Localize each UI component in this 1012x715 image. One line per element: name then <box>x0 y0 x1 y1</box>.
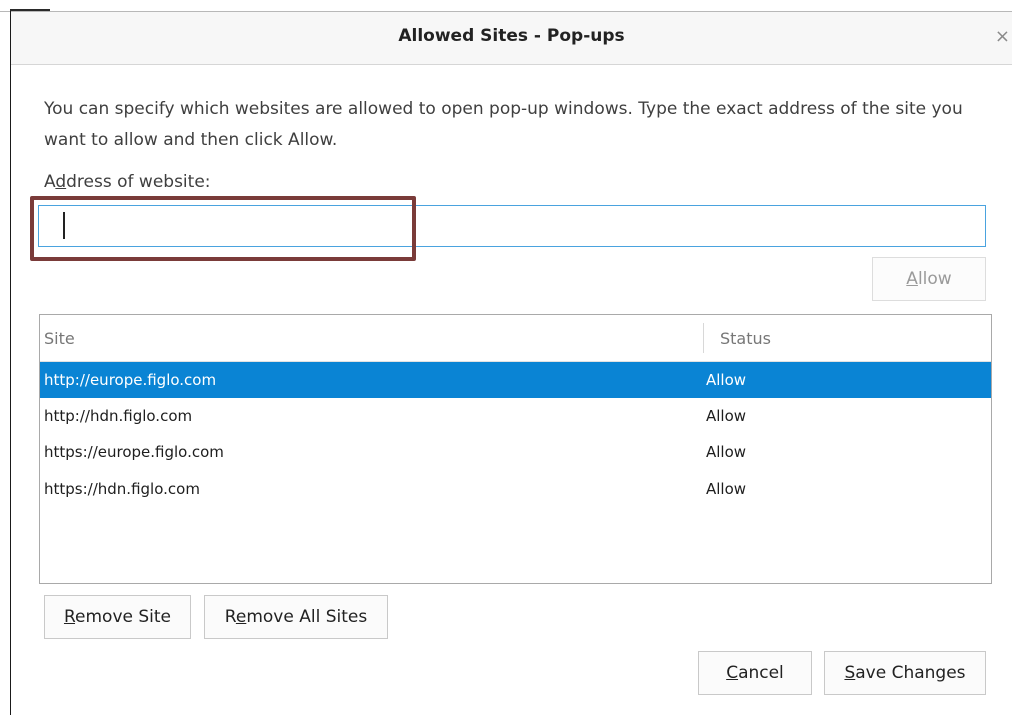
table-row[interactable]: https://hdn.figlo.com Allow <box>40 471 991 507</box>
cancel-accesskey: C <box>726 663 739 683</box>
column-header-status[interactable]: Status <box>720 329 771 348</box>
remove-site-button[interactable]: Remove Site <box>44 595 191 639</box>
remove-all-pre: R <box>224 607 236 627</box>
table-header: Site Status <box>40 315 991 362</box>
row-status: Allow <box>706 443 747 461</box>
row-status: Allow <box>706 480 747 498</box>
table-row[interactable]: http://hdn.figlo.com Allow <box>40 398 991 434</box>
row-site: https://europe.figlo.com <box>44 443 224 461</box>
address-label: Address of website: <box>44 172 211 192</box>
top-edge-mark <box>10 9 50 11</box>
cancel-button[interactable]: Cancel <box>698 651 812 695</box>
row-status: Allow <box>706 407 747 425</box>
address-label-accesskey: d <box>55 172 67 192</box>
allow-button-accesskey: A <box>906 269 918 289</box>
address-label-post: dress of website: <box>66 172 211 192</box>
remove-all-rest: move All Sites <box>246 607 368 627</box>
table-row[interactable]: http://europe.figlo.com Allow <box>40 362 991 398</box>
row-site: http://europe.figlo.com <box>44 371 217 389</box>
dialog-titlebar: Allowed Sites - Pop-ups × <box>11 12 1012 65</box>
row-site: http://hdn.figlo.com <box>44 407 193 425</box>
window-left-edge <box>10 11 11 715</box>
sites-table[interactable]: Site Status http://europe.figlo.com Allo… <box>39 314 992 584</box>
remove-site-accesskey: R <box>63 607 76 627</box>
dialog-title: Allowed Sites - Pop-ups <box>398 26 625 46</box>
dialog-description: You can specify which websites are allow… <box>44 99 963 150</box>
dialog-window: Allowed Sites - Pop-ups × You can specif… <box>0 0 1012 715</box>
remove-all-accesskey: e <box>235 607 247 627</box>
row-site: https://hdn.figlo.com <box>44 480 200 498</box>
column-separator[interactable] <box>703 323 704 353</box>
row-status: Allow <box>706 371 747 389</box>
close-icon[interactable]: × <box>995 26 1010 47</box>
save-changes-button[interactable]: Save Changes <box>824 651 986 695</box>
table-row[interactable]: https://europe.figlo.com Allow <box>40 434 991 470</box>
text-caret <box>63 212 65 239</box>
allow-button[interactable]: Allow <box>872 257 986 301</box>
save-accesskey: S <box>844 663 856 683</box>
cancel-rest: ancel <box>738 663 784 683</box>
address-label-pre: A <box>44 172 56 192</box>
window-top-edge <box>0 0 1012 12</box>
save-rest: ave Changes <box>855 663 966 683</box>
address-input[interactable] <box>38 205 986 247</box>
remove-all-sites-button[interactable]: Remove All Sites <box>204 595 388 639</box>
remove-site-rest: emove Site <box>75 607 172 627</box>
allow-button-rest: llow <box>917 269 952 289</box>
column-header-site[interactable]: Site <box>44 329 75 348</box>
